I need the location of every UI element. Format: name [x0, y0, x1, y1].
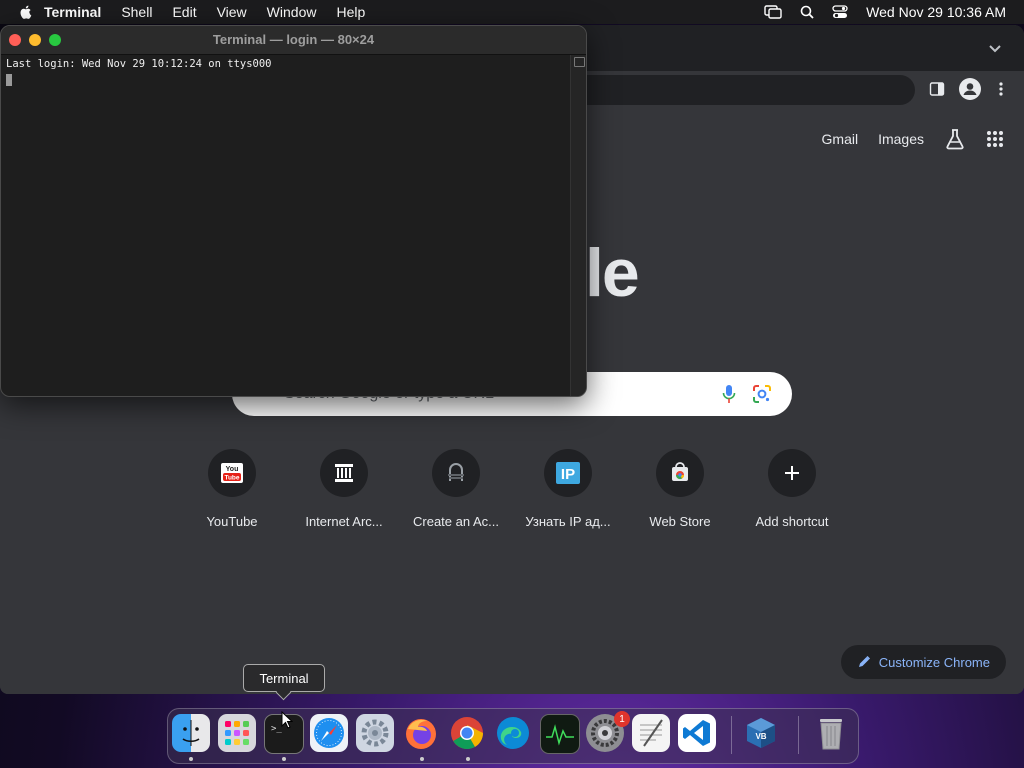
launchpad-icon[interactable]: [218, 714, 256, 752]
vscode-icon[interactable]: [678, 714, 716, 752]
shortcut-label: Add shortcut: [755, 514, 829, 529]
web-store-icon: [656, 449, 704, 497]
pencil-icon: [858, 655, 870, 667]
menubar-clock[interactable]: Wed Nov 29 10:36 AM: [866, 4, 1006, 20]
ip-icon: IP: [544, 449, 592, 497]
shortcut-label: YouTube: [206, 514, 258, 529]
google-lens-icon[interactable]: [752, 384, 772, 404]
svg-text:IP: IP: [561, 466, 575, 483]
mouse-pointer-icon: [281, 711, 293, 729]
shortcut-web-store[interactable]: Web Store: [624, 449, 736, 529]
scroll-split-icon[interactable]: [574, 57, 585, 67]
shortcut-label: Узнать IP ад...: [525, 514, 611, 529]
running-indicator: [282, 757, 286, 761]
images-link[interactable]: Images: [878, 131, 924, 147]
gmail-link[interactable]: Gmail: [822, 131, 859, 147]
dock-separator: [798, 716, 799, 754]
shortcut-internet-archive[interactable]: Internet Arc...: [288, 449, 400, 529]
shortcut-create-account[interactable]: Create an Ac...: [400, 449, 512, 529]
profile-icon: [963, 83, 977, 95]
shortcut-label: Create an Ac...: [413, 514, 499, 529]
menu-app-name[interactable]: Terminal: [44, 4, 101, 20]
google-apps-grid-icon[interactable]: [986, 130, 1004, 148]
running-indicator: [189, 757, 193, 761]
svg-text:Tube: Tube: [224, 475, 239, 482]
terminal-window[interactable]: Terminal — login — 80×24 Last login: Wed…: [0, 25, 587, 397]
running-indicator: [466, 757, 470, 761]
profile-avatar[interactable]: [959, 78, 981, 100]
menu-view[interactable]: View: [217, 4, 247, 20]
terminal-title: Terminal — login — 80×24: [212, 32, 375, 47]
top-links: Gmail Images: [822, 109, 1004, 169]
terminal-titlebar[interactable]: Terminal — login — 80×24: [1, 26, 586, 55]
terminal-line: Last login: Wed Nov 29 10:12:24 on ttys0…: [6, 58, 272, 70]
plus-icon: [768, 449, 816, 497]
youtube-icon: You Tube: [208, 449, 256, 497]
control-center-icon[interactable]: [832, 5, 848, 19]
trash-icon[interactable]: [812, 714, 850, 752]
shortcut-label: Web Store: [649, 514, 711, 529]
running-indicator: [420, 757, 424, 761]
menu-help[interactable]: Help: [336, 4, 365, 20]
safari-icon[interactable]: [310, 714, 348, 752]
virtualbox-icon[interactable]: VB: [742, 714, 780, 752]
voice-search-icon[interactable]: [722, 384, 736, 404]
internet-archive-icon: [320, 449, 368, 497]
activity-monitor-icon[interactable]: [540, 714, 580, 754]
terminal-cursor: [6, 74, 12, 86]
firefox-icon[interactable]: [402, 714, 440, 752]
svg-text:VB: VB: [755, 732, 766, 741]
screen-mirroring-icon[interactable]: [764, 5, 782, 19]
google-logo: le: [585, 235, 640, 311]
shortcut-label: Internet Arc...: [305, 514, 383, 529]
tab-search-chevron-icon[interactable]: [988, 41, 1002, 55]
apple-icon[interactable]: [18, 4, 34, 20]
customize-chrome-button[interactable]: Customize Chrome: [840, 645, 1006, 679]
menu-window[interactable]: Window: [267, 4, 317, 20]
shortcut-add[interactable]: Add shortcut: [736, 449, 848, 529]
menu-bar: Terminal Shell Edit View Window Help Wed…: [0, 0, 1024, 24]
side-panel-icon[interactable]: [929, 81, 945, 97]
dock-separator: [731, 716, 732, 754]
chrome-menu-icon[interactable]: [998, 81, 1004, 97]
spotlight-search-icon[interactable]: [800, 5, 814, 19]
menu-edit[interactable]: Edit: [172, 4, 196, 20]
svg-text:You: You: [226, 466, 239, 473]
customize-chrome-label: Customize Chrome: [878, 654, 990, 670]
menu-shell[interactable]: Shell: [121, 4, 152, 20]
shortcut-youtube[interactable]: You Tube YouTube: [176, 449, 288, 529]
edge-icon[interactable]: [494, 714, 532, 752]
labs-flask-icon[interactable]: [944, 128, 966, 150]
address-bar[interactable]: [560, 75, 915, 105]
notification-badge: 1: [614, 711, 630, 727]
dock-tooltip: Terminal: [243, 664, 325, 692]
shortcut-ip[interactable]: IP Узнать IP ад...: [512, 449, 624, 529]
shortcuts-grid: You Tube YouTube Internet Arc... Create a…: [176, 449, 848, 529]
finder-icon[interactable]: [172, 714, 210, 752]
terminal-output[interactable]: Last login: Wed Nov 29 10:12:24 on ttys0…: [1, 55, 570, 396]
utility-gear-icon[interactable]: [356, 714, 394, 752]
textedit-icon[interactable]: [632, 714, 670, 752]
chrome-app-icon[interactable]: [448, 714, 486, 752]
create-account-icon: [432, 449, 480, 497]
terminal-scrollbar[interactable]: [570, 55, 586, 396]
